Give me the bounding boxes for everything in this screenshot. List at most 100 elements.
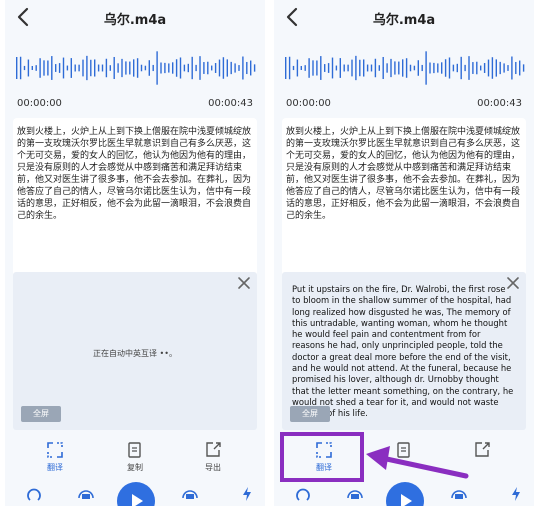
play-icon [132, 494, 143, 506]
waveform-bar [522, 64, 525, 72]
pointer-arrow-annotation [366, 446, 469, 479]
waveform-bar [292, 65, 295, 71]
forward-10-icon[interactable] [450, 486, 468, 500]
waveform-bar [230, 61, 232, 75]
waveform-bar [487, 59, 490, 77]
waveform-bar [503, 63, 505, 73]
translate-button[interactable]: 翻译 [25, 436, 85, 480]
waveform-bar [421, 64, 423, 72]
waveform-bar [86, 55, 88, 81]
waveform-bar [359, 59, 361, 77]
transcript-text: 放到火楼上，火炉上从上到下换上僧服在院中浅夏倾城绽放的第一支玫瑰沃尔罗比医生早就… [282, 118, 526, 278]
waveform-bar [222, 57, 225, 79]
waveform-bar [312, 60, 314, 76]
waveform[interactable] [13, 40, 258, 96]
waveform-bar [109, 65, 111, 71]
lightning-icon[interactable] [510, 486, 522, 502]
waveform-bar [499, 61, 501, 75]
waveform-bar [483, 63, 486, 73]
current-time: 00:00:00 [286, 98, 331, 109]
play-button[interactable] [117, 482, 155, 506]
waveform-bar [183, 64, 186, 72]
waveform-bar [378, 65, 380, 71]
waveform-bar [125, 61, 127, 75]
waveform-bar [374, 58, 377, 78]
waveform-bar [405, 58, 408, 78]
copy-button[interactable]: 复制 [105, 436, 165, 480]
waveform-bar [437, 63, 439, 73]
waveform-bar [456, 63, 458, 73]
waveform-bar [211, 65, 213, 71]
waveform-bar [320, 56, 322, 80]
waveform-bar [23, 65, 26, 71]
speed-icon[interactable] [296, 486, 310, 502]
waveform-bar [207, 61, 209, 75]
waveform-bar [304, 65, 306, 71]
forward-10-icon[interactable] [181, 486, 199, 500]
waveform-bar [16, 57, 18, 79]
duration-time: 00:00:43 [208, 98, 253, 109]
waveform-bar [179, 57, 182, 79]
transcript-text: 放到火楼上，火炉上从上到下换上僧服在院中浅夏倾城绽放的第一支玫瑰沃尔罗比医生早就… [13, 118, 257, 278]
waveform-bar [66, 65, 69, 71]
waveform-bar [351, 59, 353, 77]
export-button[interactable]: 导出 [183, 436, 243, 480]
translation-panel: Put it upstairs on the fire, Dr. Walrobi… [282, 272, 526, 430]
translate-label: 翻译 [47, 463, 63, 472]
waveform-bar [327, 63, 330, 73]
waveform-bar [366, 64, 369, 72]
waveform-bar [515, 61, 517, 75]
waveform-bar [390, 58, 392, 78]
waveform-bar [324, 64, 326, 72]
waveform-bar [300, 65, 302, 71]
translate-icon [47, 442, 63, 458]
waveform-bar [203, 62, 205, 74]
waveform-bar [31, 65, 33, 71]
play-button[interactable] [386, 482, 424, 506]
export-icon [206, 442, 221, 457]
waveform-bar [47, 60, 49, 76]
waveform-bar [335, 65, 338, 71]
waveform-bar [97, 64, 100, 72]
export-icon [475, 442, 490, 457]
waveform-bar [168, 63, 170, 73]
waveform-bar [433, 62, 435, 74]
waveform-bar [355, 55, 357, 81]
waveform-bar [121, 58, 123, 78]
waveform-bar [398, 61, 400, 75]
fullscreen-button[interactable]: 全屏 [21, 406, 61, 422]
waveform-bar [495, 59, 497, 77]
waveform-bar [94, 59, 96, 77]
copy-icon [128, 442, 141, 458]
close-icon[interactable] [237, 276, 251, 290]
waveform[interactable] [282, 40, 527, 96]
fullscreen-button[interactable]: 全屏 [290, 406, 330, 422]
waveform-bar [370, 64, 373, 72]
waveform-bar [347, 64, 349, 72]
player-controls [5, 480, 265, 506]
waveform-bar [199, 56, 201, 80]
waveform-bar [316, 60, 318, 76]
waveform-bar [140, 64, 143, 72]
rewind-10-icon[interactable] [77, 486, 95, 500]
waveform-bar [195, 64, 197, 72]
speed-icon[interactable] [27, 486, 41, 502]
waveform-bar [468, 56, 470, 80]
lightning-icon[interactable] [241, 486, 253, 502]
waveform-bar [250, 60, 252, 76]
waveform-bar [413, 65, 416, 71]
rewind-10-icon[interactable] [346, 486, 364, 500]
waveform-bar [441, 62, 443, 74]
waveform-bar [417, 60, 419, 76]
copy-label: 复制 [127, 463, 143, 472]
export-label: 导出 [205, 463, 221, 472]
waveform-bar [148, 60, 150, 76]
waveform-bar [90, 59, 92, 77]
screen-divider [265, 0, 274, 506]
translation-text: Put it upstairs on the fire, Dr. Walrobi… [292, 284, 514, 419]
waveform-bar [187, 63, 189, 73]
highlight-box-annotation [280, 432, 364, 482]
waveform-bar [160, 62, 162, 74]
waveform-bar [58, 63, 61, 73]
waveform-bar [511, 56, 513, 80]
